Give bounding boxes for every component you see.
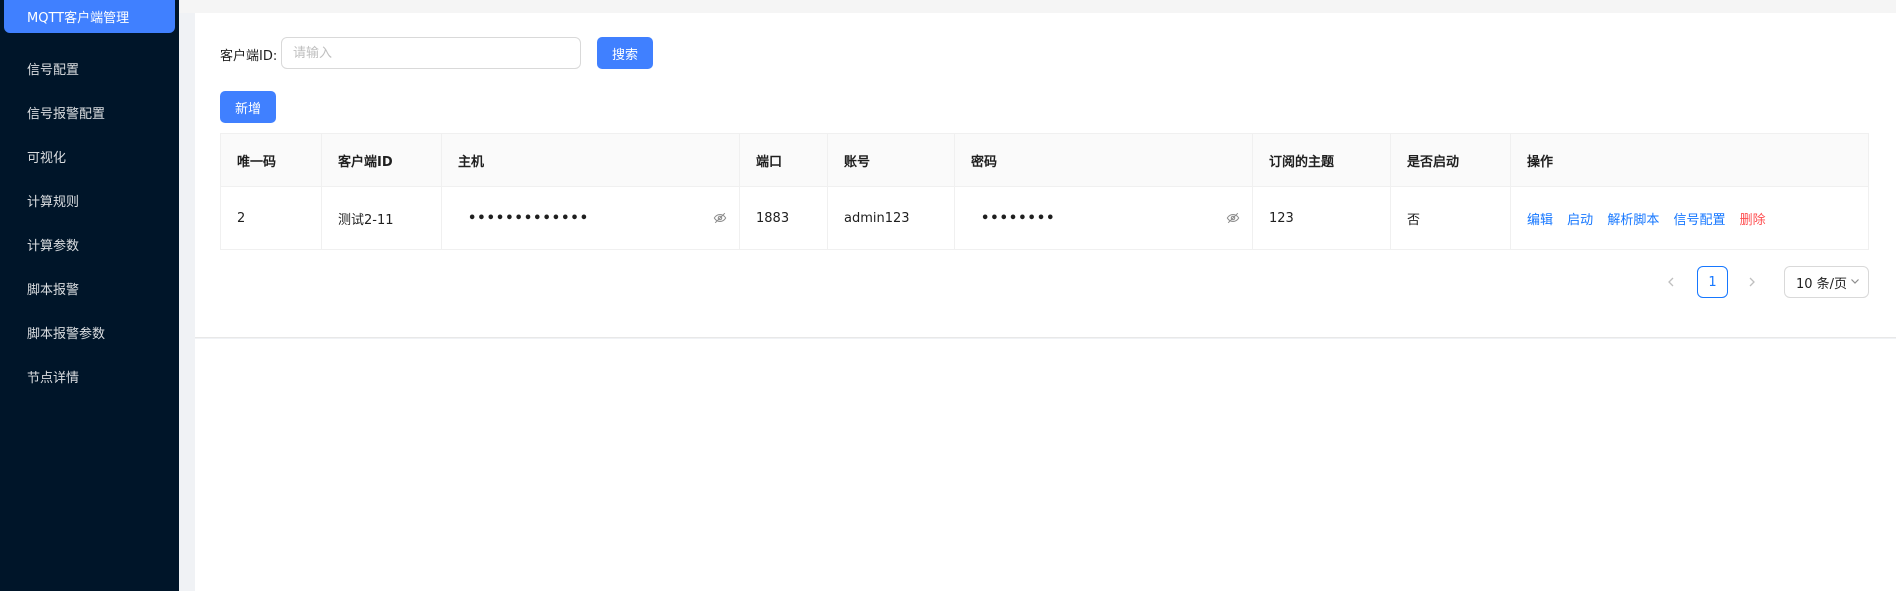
- chevron-down-icon: [1851, 279, 1859, 284]
- next-page-button[interactable]: [1738, 268, 1766, 296]
- col-header-id: 唯一码: [220, 133, 322, 187]
- cell-password: ••••••••: [954, 186, 1253, 250]
- password-masked-value: ••••••••: [981, 210, 1056, 226]
- col-header-password: 密码: [954, 133, 1253, 187]
- sidebar-item-signal-config[interactable]: 信号配置: [4, 48, 175, 88]
- col-header-topic: 订阅的主题: [1252, 133, 1391, 187]
- sidebar-item-script-alarm-params[interactable]: 脚本报警参数: [4, 312, 175, 352]
- client-id-search-input[interactable]: [281, 37, 581, 69]
- cell-host: •••••••••••••: [441, 186, 740, 250]
- sidebar-item-script-alarm[interactable]: 脚本报警: [4, 268, 175, 308]
- sidebar-item-mqtt-client[interactable]: MQTT客户端管理: [4, 0, 175, 33]
- sidebar-item-signal-alarm-config[interactable]: 信号报警配置: [4, 92, 175, 132]
- col-header-client-id: 客户端ID: [321, 133, 442, 187]
- col-header-actions: 操作: [1510, 133, 1869, 187]
- sidebar-item-label: 脚本报警参数: [27, 326, 106, 342]
- page-size-value: 10 条/页: [1796, 276, 1848, 292]
- search-button[interactable]: 搜索: [597, 37, 653, 69]
- sidebar-item-label: 计算规则: [27, 194, 80, 210]
- chevron-right-icon: [1749, 277, 1755, 287]
- edit-link[interactable]: 编辑: [1527, 213, 1553, 228]
- search-label: 客户端ID:: [220, 49, 278, 64]
- content-gutter: [179, 13, 195, 591]
- sidebar-item-calc-rules[interactable]: 计算规则: [4, 180, 175, 220]
- parse-script-link[interactable]: 解析脚本: [1607, 213, 1659, 228]
- sidebar-item-label: 信号报警配置: [27, 106, 106, 122]
- table-row: 2 测试2-11 ••••••••••••• 1883 admin123 •••…: [220, 186, 1869, 250]
- sidebar-item-label: 节点详情: [27, 370, 80, 386]
- cell-port: 1883: [739, 186, 828, 250]
- signal-config-link[interactable]: 信号配置: [1673, 213, 1725, 228]
- page-1-button[interactable]: 1: [1697, 266, 1728, 298]
- cell-topic: 123: [1252, 186, 1391, 250]
- content-empty-area: [195, 339, 1896, 591]
- sidebar-item-calc-params[interactable]: 计算参数: [4, 224, 175, 264]
- cell-id: 2: [220, 186, 322, 250]
- col-header-port: 端口: [739, 133, 828, 187]
- cell-enabled: 否: [1390, 186, 1511, 250]
- eye-invisible-icon[interactable]: [1226, 211, 1240, 225]
- host-masked-value: •••••••••••••: [468, 210, 590, 226]
- sidebar: MQTT客户端管理 信号配置 信号报警配置 可视化 计算规则 计算参数 脚本报警…: [0, 0, 179, 591]
- delete-link[interactable]: 删除: [1740, 213, 1766, 228]
- sidebar-item-node-detail[interactable]: 节点详情: [4, 356, 175, 396]
- sidebar-item-label: 脚本报警: [27, 282, 80, 298]
- sidebar-item-label: 计算参数: [27, 238, 80, 254]
- page-size-select[interactable]: 10 条/页: [1784, 266, 1869, 298]
- prev-page-button[interactable]: [1657, 268, 1685, 296]
- col-header-host: 主机: [441, 133, 740, 187]
- chevron-left-icon: [1668, 277, 1674, 287]
- cell-client-id: 测试2-11: [321, 186, 442, 250]
- host-password-field[interactable]: •••••••••••••: [458, 211, 739, 226]
- eye-invisible-icon[interactable]: [713, 211, 727, 225]
- sidebar-item-label: MQTT客户端管理: [27, 11, 130, 26]
- add-button[interactable]: 新增: [220, 91, 276, 123]
- sidebar-item-visualization[interactable]: 可视化: [4, 136, 175, 176]
- col-header-enabled: 是否启动: [1390, 133, 1511, 187]
- col-header-account: 账号: [827, 133, 955, 187]
- main-card: 客户端ID: 搜索 新增 唯一码 客户端ID 主机 端口 账号 密码 订阅的主题…: [195, 13, 1896, 338]
- cell-account: admin123: [827, 186, 955, 250]
- start-link[interactable]: 启动: [1567, 213, 1593, 228]
- sidebar-item-label: 可视化: [27, 150, 67, 166]
- table-header-row: 唯一码 客户端ID 主机 端口 账号 密码 订阅的主题 是否启动 操作: [220, 133, 1869, 187]
- password-field[interactable]: ••••••••: [971, 211, 1252, 226]
- clients-table: 唯一码 客户端ID 主机 端口 账号 密码 订阅的主题 是否启动 操作 2 测试…: [220, 133, 1869, 250]
- cell-actions: 编辑 启动 解析脚本 信号配置 删除: [1510, 186, 1869, 250]
- top-strip: [179, 0, 1896, 13]
- sidebar-item-label: 信号配置: [27, 62, 80, 78]
